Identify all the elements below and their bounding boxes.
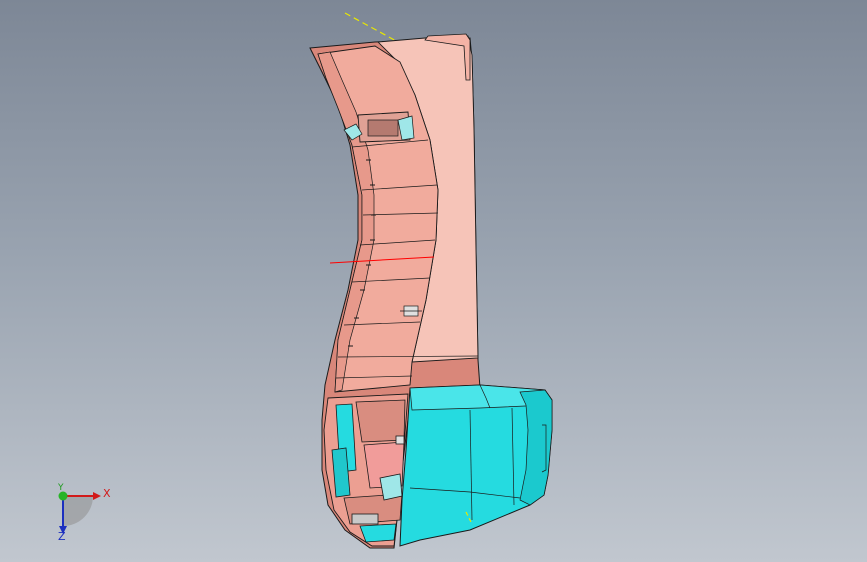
x-axis-arrowhead: [93, 492, 101, 500]
x-axis-label: X: [103, 487, 111, 500]
triad-graphic: [58, 491, 101, 534]
y-axis-label: Y: [58, 483, 64, 493]
z-axis-label: Z: [58, 530, 66, 543]
coordinate-triad: X Y Z: [45, 478, 125, 548]
triad-shadow-arc: [63, 496, 93, 526]
3d-model-view[interactable]: [0, 0, 867, 562]
reference-plane-line-top: [344, 12, 399, 43]
graphics-viewport[interactable]: X Y Z: [0, 0, 867, 562]
